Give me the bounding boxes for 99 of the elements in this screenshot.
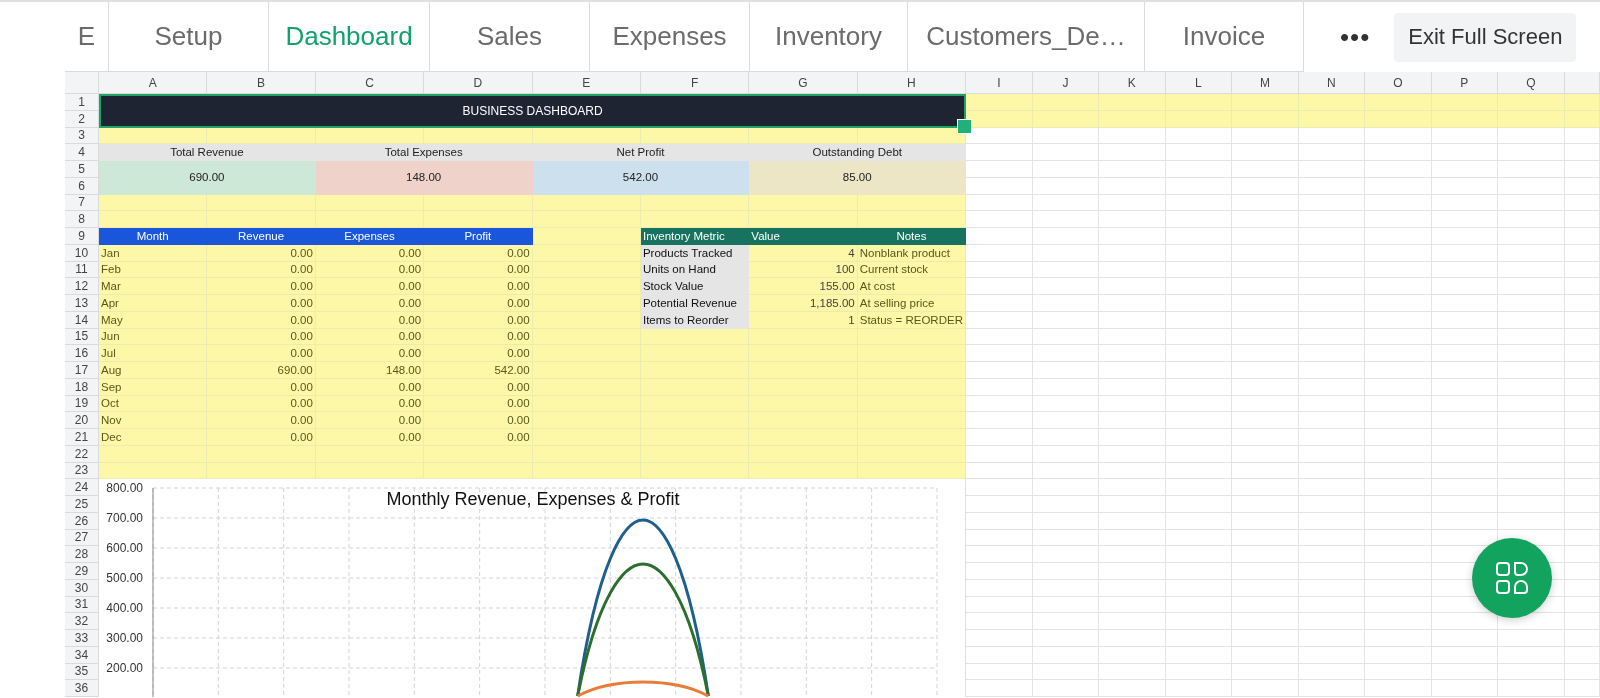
table-cell: At selling price (857, 295, 967, 312)
sheet-tab[interactable]: Invoice (1145, 2, 1304, 72)
kpi-value: 542.00 (532, 161, 750, 195)
column-heading: Expenses (315, 228, 425, 245)
table-cell: 0.00 (315, 295, 425, 312)
column-heading: Revenue (207, 228, 316, 245)
column-heading: Month (99, 228, 208, 245)
kpi-value: 85.00 (749, 161, 967, 195)
column-header[interactable]: G (749, 72, 858, 94)
table-cell: 0.00 (424, 412, 533, 429)
column-header[interactable]: F (640, 72, 750, 94)
row-header[interactable]: 33 (65, 630, 99, 647)
row-header[interactable]: 8 (65, 211, 99, 228)
table-cell: 0.00 (424, 429, 533, 446)
row-header[interactable]: 12 (65, 278, 99, 295)
table-cell: 0.00 (207, 412, 316, 429)
table-cell: 0.00 (315, 412, 425, 429)
table-cell: 0.00 (424, 295, 533, 312)
sheet-tab[interactable]: E (65, 2, 109, 72)
sheet-tab[interactable]: Inventory (750, 2, 908, 72)
row-header[interactable]: 9 (65, 228, 99, 245)
table-cell: Nov (99, 412, 208, 429)
table-cell: 0.00 (207, 345, 316, 362)
column-header[interactable]: K (1099, 72, 1166, 94)
sheet-tab[interactable]: Customers_De… (908, 2, 1145, 72)
column-header[interactable]: H (857, 72, 967, 94)
axis-tick-label: 300.00 (106, 631, 143, 646)
kpi-label: Net Profit (532, 144, 750, 161)
table-cell: 542.00 (424, 362, 533, 379)
column-header[interactable]: O (1365, 72, 1432, 94)
column-header[interactable]: C (315, 72, 425, 94)
column-heading: Value (749, 228, 858, 245)
kpi-value: 690.00 (99, 161, 316, 195)
table-cell: 0.00 (207, 278, 316, 295)
sheet-tab[interactable]: Setup (109, 2, 269, 72)
row-header[interactable]: 17 (65, 362, 99, 379)
chart-title: Monthly Revenue, Expenses & Profit (386, 489, 680, 510)
row-header[interactable]: 25 (65, 496, 99, 513)
row-header[interactable]: 29 (65, 563, 99, 580)
column-header[interactable]: D (424, 72, 533, 94)
column-header[interactable]: A (99, 72, 208, 94)
column-header[interactable]: E (532, 72, 641, 94)
exit-full-screen-button[interactable]: Exit Full Screen (1394, 12, 1577, 62)
table-cell: Apr (99, 295, 208, 312)
column-heading: Notes (857, 228, 967, 245)
row-header[interactable]: 13 (65, 295, 99, 312)
axis-tick-label: 700.00 (106, 511, 143, 526)
table-cell: At cost (857, 278, 967, 295)
column-header[interactable]: N (1298, 72, 1366, 94)
column-header[interactable]: I (966, 72, 1033, 94)
column-heading: Profit (424, 228, 533, 245)
column-header[interactable]: L (1165, 72, 1233, 94)
axis-tick-label: 800.00 (106, 481, 143, 496)
axis-tick-label: 400.00 (106, 601, 143, 616)
column-heading: Inventory Metric (640, 228, 750, 245)
row-header[interactable]: 4 (65, 144, 99, 161)
row-header[interactable]: 28 (65, 546, 99, 563)
row-header[interactable]: 21 (65, 429, 99, 446)
table-cell: 0.00 (315, 278, 425, 295)
sheet-tab[interactable]: Expenses (590, 2, 750, 72)
table-cell: 0.00 (315, 345, 425, 362)
table-cell: 1,185.00 (749, 295, 858, 312)
kpi-label: Total Revenue (99, 144, 316, 161)
row-header[interactable]: 32 (65, 613, 99, 630)
table-cell: Stock Value (640, 278, 750, 295)
table-cell: 0.00 (424, 345, 533, 362)
table-cell: 0.00 (315, 429, 425, 446)
more-button[interactable]: ••• (1332, 21, 1379, 53)
column-header[interactable]: Q (1498, 72, 1565, 94)
grid-icon (1495, 561, 1529, 595)
sheet-tab[interactable]: Sales (430, 2, 590, 72)
table-cell: Jul (99, 345, 208, 362)
table-cell: 0.00 (424, 278, 533, 295)
table-cell: Mar (99, 278, 208, 295)
row-header[interactable]: 36 (65, 680, 99, 697)
table-cell: Aug (99, 362, 208, 379)
row-header[interactable]: 5 (65, 161, 99, 178)
column-header[interactable]: J (1032, 72, 1100, 94)
column-header[interactable]: B (207, 72, 316, 94)
row-header[interactable]: 1 (65, 94, 99, 111)
table-cell: Dec (99, 429, 208, 446)
kpi-label: Outstanding Debt (749, 144, 967, 161)
table-cell: 155.00 (749, 278, 858, 295)
table-cell: 0.00 (207, 429, 316, 446)
column-header[interactable]: P (1431, 72, 1499, 94)
selection-handle[interactable] (957, 118, 973, 134)
table-cell: 0.00 (207, 295, 316, 312)
axis-tick-label: 200.00 (106, 661, 143, 676)
row-header[interactable]: 16 (65, 345, 99, 362)
axis-tick-label: 600.00 (106, 541, 143, 556)
kpi-label: Total Expenses (315, 144, 533, 161)
table-cell: Potential Revenue (640, 295, 750, 312)
kpi-value: 148.00 (315, 161, 533, 195)
row-header[interactable]: 20 (65, 412, 99, 429)
column-header[interactable]: M (1232, 72, 1299, 94)
table-cell: 690.00 (207, 362, 316, 379)
row-header[interactable]: 24 (65, 479, 99, 496)
axis-tick-label: 500.00 (106, 571, 143, 586)
table-cell: 148.00 (315, 362, 425, 379)
